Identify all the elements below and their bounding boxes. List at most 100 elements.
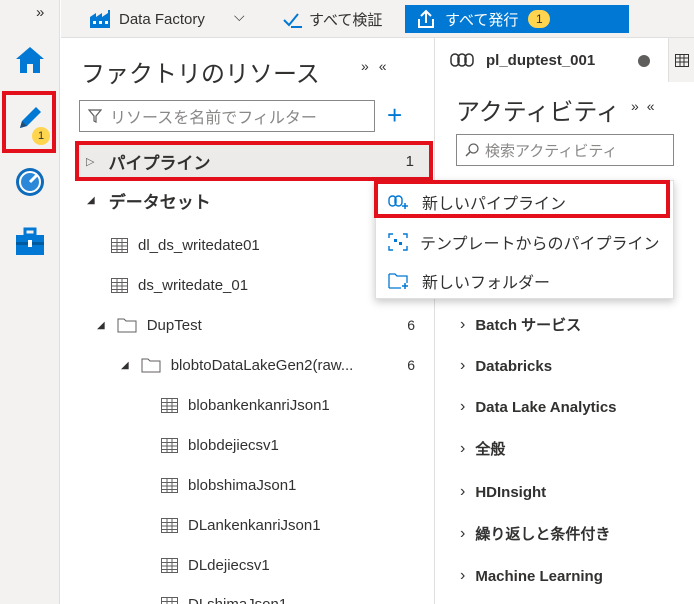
dataset-label: dl_ds_writedate01 <box>138 236 260 254</box>
datasets-label: データセット <box>108 192 211 212</box>
menu-item-label: テンプレートからのパイプライン <box>420 236 660 253</box>
dataset-item[interactable]: DLankenkanriJson1 <box>61 511 435 539</box>
publish-all-button[interactable]: すべて発行 1 <box>405 5 629 33</box>
dataset-label: blobdejiecsv1 <box>188 436 279 454</box>
tab-table-icon[interactable] <box>668 38 694 82</box>
chevron-right-icon: › <box>460 315 466 333</box>
dataset-label: DLdejiecsv1 <box>188 556 270 574</box>
caret-down-icon: ◢ <box>87 194 95 206</box>
resource-filter-input[interactable]: リソースを名前でフィルター <box>79 100 375 132</box>
activity-group[interactable]: › 全般 <box>460 438 505 459</box>
caret-down-icon: ◢ <box>121 359 129 371</box>
publish-upload-icon <box>418 9 434 28</box>
unsaved-dot <box>638 55 650 67</box>
menu-item-label: 新しいフォルダー <box>422 275 551 292</box>
dataset-item[interactable]: DLdejiecsv1 <box>61 551 435 579</box>
add-resource-button[interactable]: + <box>387 100 402 131</box>
folder-item[interactable]: ◢ DupTest 6 <box>61 311 435 339</box>
top-bar: Data Factory ⌵ すべて検証 すべて発行 1 <box>61 0 694 38</box>
factory-resources-panel: ファクトリのリソース »« リソースを名前でフィルター + ▷ パイプライン 1… <box>61 38 435 604</box>
author-highlight <box>2 91 56 153</box>
monitor-icon[interactable] <box>10 162 50 202</box>
activity-group[interactable]: › Machine Learning <box>460 567 603 585</box>
activity-group-label: Machine Learning <box>475 567 603 585</box>
dataset-item[interactable]: blobankenkanriJson1 <box>61 391 435 419</box>
activity-group-label: Data Lake Analytics <box>475 398 617 416</box>
activity-group[interactable]: › Data Lake Analytics <box>460 398 617 416</box>
dataset-item[interactable]: blobdejiecsv1 <box>61 431 435 459</box>
table-icon <box>111 237 128 253</box>
factory-name: Data Factory <box>119 10 205 28</box>
filter-placeholder: リソースを名前でフィルター <box>110 110 317 127</box>
collapse-panel-icons[interactable]: »« <box>361 58 397 74</box>
folder-item[interactable]: ◢ blobtoDataLakeGen2(raw... 6 <box>61 351 435 379</box>
activity-group-label: 繰り返しと条件付き <box>475 526 611 543</box>
publish-all-label: すべて発行 <box>445 11 519 29</box>
home-icon[interactable] <box>10 40 50 80</box>
factory-icon <box>90 10 110 28</box>
tab-pipeline[interactable]: pl_duptest_001 <box>436 38 668 82</box>
folder-icon <box>117 318 137 333</box>
folder-label: DupTest <box>146 316 202 334</box>
factory-selector[interactable]: Data Factory <box>89 9 205 29</box>
dataset-label: DLankenkanriJson1 <box>188 516 321 534</box>
pipeline-icon <box>450 53 474 67</box>
chevron-right-icon: › <box>460 398 466 415</box>
manage-toolbox-icon[interactable] <box>10 222 50 262</box>
collapse-activities-icons[interactable]: »« <box>631 98 663 114</box>
left-rail: » 1 <box>0 0 60 604</box>
folder-label: blobtoDataLakeGen2(raw... <box>170 356 354 374</box>
activity-group-label: Batch サービス <box>475 317 582 334</box>
activity-group-label: HDInsight <box>475 483 547 501</box>
chevron-right-icon: › <box>460 439 466 457</box>
menu-item-new-folder[interactable]: 新しいフォルダー <box>376 262 675 300</box>
dataset-label: DLshimaJson1 <box>188 595 288 604</box>
chevron-right-icon: › <box>460 567 466 584</box>
activity-group-label: Databricks <box>475 357 553 375</box>
chevron-down-icon[interactable]: ⌵ <box>234 8 245 25</box>
template-icon <box>388 233 408 251</box>
folder-count: 6 <box>407 357 415 373</box>
activity-group-label: 全般 <box>475 441 506 458</box>
activity-group[interactable]: › Batch サービス <box>460 314 581 335</box>
chevron-right-icon: › <box>460 483 466 500</box>
tab-label: pl_duptest_001 <box>486 51 596 69</box>
table-icon <box>161 397 178 413</box>
publish-count-badge: 1 <box>528 10 551 28</box>
dataset-item[interactable]: DLshimaJson1 <box>61 590 435 604</box>
activities-title: アクティビティ <box>456 99 620 126</box>
table-icon <box>161 596 178 604</box>
menu-item-pipeline-from-template[interactable]: テンプレートからのパイプライン <box>376 223 675 261</box>
chevron-right-icon: › <box>460 524 466 542</box>
caret-down-icon: ◢ <box>97 319 105 331</box>
activity-search-input[interactable]: 検索アクティビティ <box>456 134 674 166</box>
folder-icon <box>141 358 161 373</box>
author-badge: 1 <box>32 127 50 145</box>
activity-group[interactable]: › Databricks <box>460 357 552 375</box>
table-icon <box>161 517 178 533</box>
filter-funnel-icon <box>88 109 102 123</box>
validate-all-label: すべて検証 <box>309 12 383 29</box>
activities-panel: pl_duptest_001 アクティビティ »« 検索アクティビティ › Bat… <box>436 38 694 604</box>
new-folder-icon <box>388 273 408 289</box>
pipelines-highlight <box>75 141 433 181</box>
validate-all-button[interactable]: すべて検証 <box>283 9 382 30</box>
table-icon <box>161 477 178 493</box>
table-icon <box>111 277 128 293</box>
activity-group[interactable]: › HDInsight <box>460 483 546 501</box>
table-icon <box>161 437 178 453</box>
dataset-label: ds_writedate_01 <box>138 276 249 294</box>
activity-group[interactable]: › 繰り返しと条件付き <box>460 523 610 544</box>
dataset-label: blobankenkanriJson1 <box>188 396 330 414</box>
dataset-item[interactable]: blobshimaJson1 <box>61 471 435 499</box>
dataset-label: blobshimaJson1 <box>188 476 297 494</box>
chevron-right-icon: › <box>460 357 466 374</box>
expand-rail-icon[interactable]: » <box>36 4 44 21</box>
folder-count: 6 <box>407 317 415 333</box>
table-icon <box>161 557 178 573</box>
search-placeholder: 検索アクティビティ <box>485 142 618 160</box>
resources-title: ファクトリのリソース <box>81 61 320 88</box>
search-icon <box>465 143 479 157</box>
validate-check-icon <box>283 12 302 28</box>
new-pipeline-highlight <box>374 180 670 218</box>
